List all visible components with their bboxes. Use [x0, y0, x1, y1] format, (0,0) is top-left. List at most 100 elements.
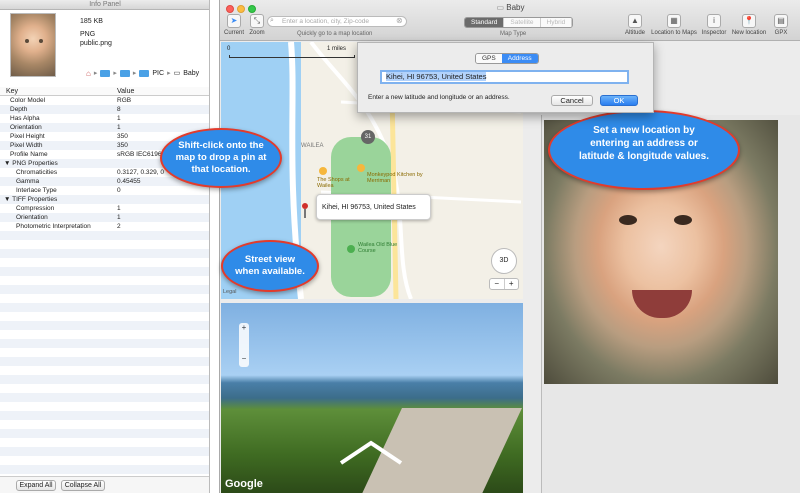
dialog-hint: Enter a new latitude and longitude or an…: [368, 94, 510, 101]
table-row: [0, 267, 209, 276]
inspector-button[interactable]: i Inspector: [700, 14, 728, 36]
current-location-button[interactable]: ➤ Current: [224, 14, 244, 36]
map-type-label: Map Type: [500, 31, 527, 37]
pin-callout[interactable]: Kihei, HI 96753, United States: [316, 194, 431, 220]
table-row[interactable]: Depth 8: [0, 105, 209, 114]
map-type-hybrid[interactable]: Hybrid: [540, 18, 573, 27]
clear-search-icon[interactable]: ⊗: [396, 16, 403, 25]
3d-view-button[interactable]: 3D: [491, 248, 517, 274]
file-type: PNG: [80, 31, 96, 38]
table-row: [0, 339, 209, 348]
input-mode-segmented-control[interactable]: GPS Address: [475, 53, 539, 64]
ok-button[interactable]: OK: [600, 95, 638, 106]
row-key: Pixel Height: [10, 133, 45, 140]
table-row: [0, 276, 209, 285]
table-row[interactable]: Interlace Type 0: [0, 186, 209, 195]
table-row: [0, 420, 209, 429]
folder-icon[interactable]: [139, 69, 150, 77]
folder-icon[interactable]: [100, 69, 111, 77]
cancel-button[interactable]: Cancel: [551, 95, 593, 106]
image-thumbnail: [10, 13, 56, 77]
navigation-arrows-icon[interactable]: [331, 423, 411, 473]
pin-stem: [304, 209, 306, 218]
table-row: [0, 321, 209, 330]
row-value: RGB: [117, 97, 132, 104]
row-key: Profile Name: [10, 151, 48, 158]
gpx-button[interactable]: ▤ GPX: [770, 14, 792, 36]
map-type-segmented-control[interactable]: Standard Satellite Hybrid: [464, 17, 574, 28]
new-location-button[interactable]: 📍 New location: [730, 14, 768, 36]
table-row[interactable]: Orientation 1: [0, 213, 209, 222]
table-row: [0, 438, 209, 447]
address-field[interactable]: Kihei, HI 96753, United States: [380, 70, 629, 84]
search-hint: Quickly go to a map location: [297, 31, 373, 37]
key-column-header[interactable]: Key: [6, 88, 18, 95]
altitude-button[interactable]: ▲ Altitude: [622, 14, 648, 36]
restaurant-icon[interactable]: [357, 164, 365, 172]
row-value: 0: [117, 187, 121, 194]
table-row: [0, 258, 209, 267]
file-name: public.png: [80, 40, 112, 47]
table-row[interactable]: ▼ TIFF Properties: [0, 195, 209, 204]
row-key: Photometric Interpretation: [16, 223, 91, 230]
eye: [674, 215, 692, 225]
table-row: [0, 303, 209, 312]
table-row: [0, 456, 209, 465]
search-icon: ⌕: [270, 17, 274, 24]
table-row[interactable]: Color Model RGB: [0, 96, 209, 105]
path-file-label[interactable]: Baby: [183, 70, 199, 77]
zoom-out-button[interactable]: −: [490, 279, 505, 289]
row-key: Orientation: [10, 124, 42, 131]
shopping-icon[interactable]: [319, 167, 327, 175]
row-key: Gamma: [16, 178, 40, 185]
window-toolbar: ▭ Baby ➤ Current ⤡ Zoom Enter a location…: [220, 0, 800, 41]
zoom-in-button[interactable]: +: [505, 279, 519, 289]
expand-all-button[interactable]: Expand All: [16, 480, 56, 491]
place-label: WAILEA: [301, 143, 324, 149]
row-value: 1: [117, 115, 121, 122]
table-row: [0, 447, 209, 456]
eye: [619, 215, 637, 225]
row-key: Depth: [10, 106, 28, 113]
row-key: Chromaticities: [16, 169, 58, 176]
value-column-header[interactable]: Value: [117, 88, 134, 95]
mouth: [632, 290, 692, 318]
info-panel-title: Info Panel: [0, 0, 209, 10]
street-zoom-out-button[interactable]: −: [239, 354, 249, 363]
table-row[interactable]: Compression 1: [0, 204, 209, 213]
row-key: Compression: [16, 205, 55, 212]
legal-link[interactable]: Legal: [223, 289, 236, 295]
table-row[interactable]: Has Alpha 1: [0, 114, 209, 123]
location-search-input[interactable]: Enter a location, city, Zip-code: [267, 16, 407, 27]
table-row: [0, 393, 209, 402]
map-type-satellite[interactable]: Satellite: [504, 18, 541, 27]
address-tab[interactable]: Address: [501, 54, 538, 63]
table-row[interactable]: Orientation 1: [0, 123, 209, 132]
info-icon: i: [707, 14, 721, 28]
row-key: Pixel Width: [10, 142, 43, 149]
location-to-maps-button[interactable]: ▦ Location to Maps: [649, 14, 699, 36]
street-zoom-control[interactable]: + −: [239, 323, 249, 367]
row-key: ▼ PNG Properties: [4, 160, 58, 167]
place-label: The Shops at Wailea: [317, 177, 350, 189]
info-panel-footer: Expand All Collapse All: [0, 476, 209, 493]
route-badge: 31: [361, 130, 375, 144]
street-zoom-in-button[interactable]: +: [239, 323, 249, 332]
collapse-all-button[interactable]: Collapse All: [61, 480, 105, 491]
table-row: [0, 312, 209, 321]
map-type-standard[interactable]: Standard: [465, 18, 505, 27]
table-row[interactable]: Photometric Interpretation 2: [0, 222, 209, 231]
table-row: [0, 294, 209, 303]
golf-icon[interactable]: [347, 245, 355, 253]
path-bar[interactable]: ⌂ ▸ ▸ ▸ PIC ▸ ▭ Baby: [86, 67, 208, 79]
street-view[interactable]: + − Google: [221, 303, 523, 493]
home-icon[interactable]: ⌂: [86, 69, 91, 78]
folder-icon[interactable]: [119, 69, 130, 77]
row-value: 1: [117, 214, 121, 221]
table-row: [0, 402, 209, 411]
document-icon: ▭: [496, 3, 507, 12]
gps-tab[interactable]: GPS: [476, 54, 502, 63]
zoom-button[interactable]: ⤡ Zoom: [247, 14, 267, 36]
path-folder-label[interactable]: PIC: [152, 70, 164, 77]
place-label: Monkeypod Kitchen by Merriman: [367, 172, 423, 184]
